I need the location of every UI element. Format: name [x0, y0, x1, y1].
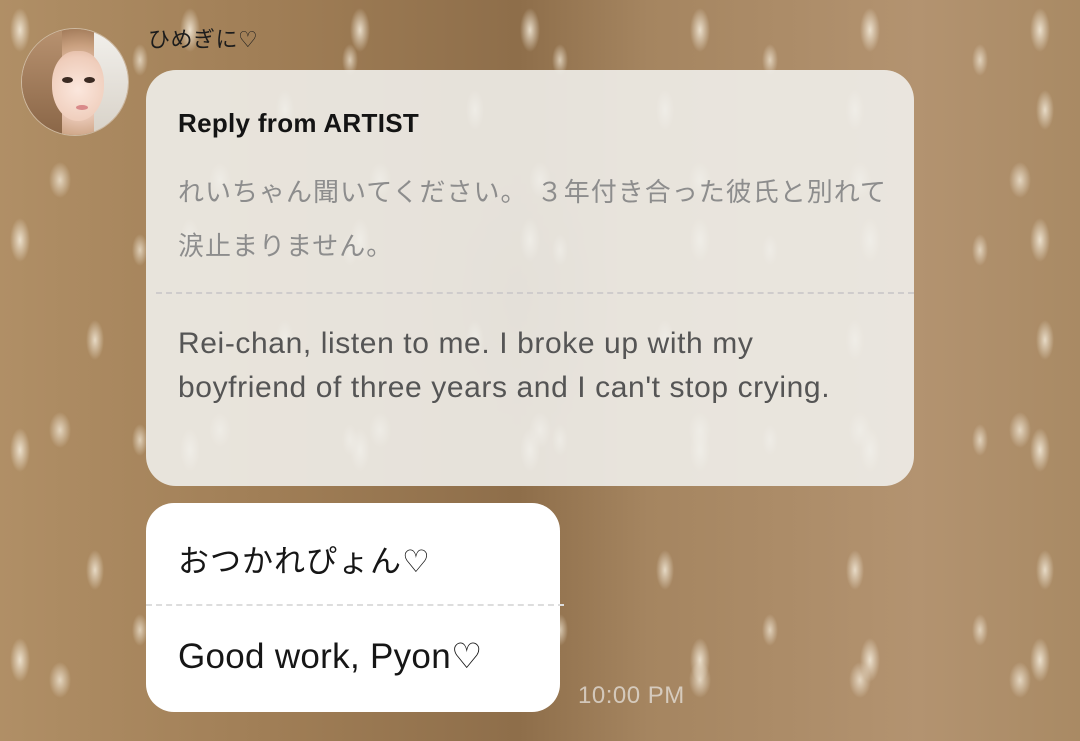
message-bubble[interactable]: おつかれぴょん♡ Good work, Pyon♡: [146, 503, 564, 712]
message-original-text: おつかれぴょん♡: [178, 544, 431, 580]
avatar-eye-left: [62, 77, 73, 83]
avatar-face: [52, 51, 104, 121]
avatar-eye-right: [84, 77, 95, 83]
avatar-lips: [76, 105, 88, 110]
reply-original-text: れいちゃん聞いてください。 ３年付き合った彼氏と別れて涙止まりません。: [178, 178, 887, 262]
message-divider: [146, 604, 564, 606]
sender-name: ひめぎに♡: [148, 28, 259, 53]
message-timestamp: 10:00 PM: [578, 682, 685, 709]
reply-bubble[interactable]: Reply from ARTIST れいちゃん聞いてください。 ３年付き合った彼…: [146, 70, 914, 486]
sender-avatar[interactable]: [22, 29, 128, 135]
reply-divider: [156, 292, 914, 294]
reply-header: Reply from ARTIST: [178, 108, 420, 138]
message-translated-text: Good work, Pyon♡: [178, 637, 483, 676]
reply-translated-text: Rei-chan, listen to me. I broke up with …: [178, 327, 831, 404]
